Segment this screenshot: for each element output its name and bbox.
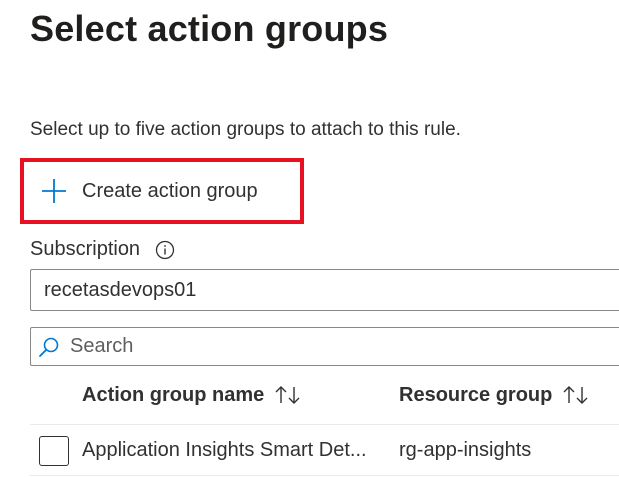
search-icon	[39, 337, 59, 357]
subscription-label: Subscription	[30, 238, 141, 260]
create-action-group-label: Create action group	[82, 179, 258, 202]
search-input[interactable]	[70, 335, 590, 358]
subscription-value: recetasdevops01	[44, 278, 197, 301]
row-checkbox[interactable]	[39, 436, 69, 466]
table-header-divider	[30, 424, 619, 425]
column-header-label: Resource group	[399, 383, 553, 406]
panel-description: Select up to five action groups to attac…	[30, 119, 461, 140]
subscription-dropdown[interactable]: recetasdevops01	[30, 269, 619, 311]
create-action-group-button[interactable]: Create action group	[40, 173, 258, 209]
sort-icon	[275, 386, 300, 404]
table-row-divider	[30, 475, 619, 476]
search-box[interactable]	[30, 327, 619, 366]
sort-icon	[563, 386, 588, 404]
column-header-resource-group[interactable]: Resource group	[399, 380, 590, 410]
column-header-label: Action group name	[82, 383, 265, 406]
plus-icon	[42, 179, 66, 203]
column-header-action-group-name[interactable]: Action group name	[82, 380, 302, 410]
table-row-name: Application Insights Smart Det...	[82, 439, 367, 461]
subscription-label-row: Subscription	[30, 238, 175, 261]
page-title: Select action groups	[30, 8, 389, 49]
info-icon[interactable]	[155, 240, 175, 260]
table-row-resource-group: rg-app-insights	[399, 439, 532, 461]
